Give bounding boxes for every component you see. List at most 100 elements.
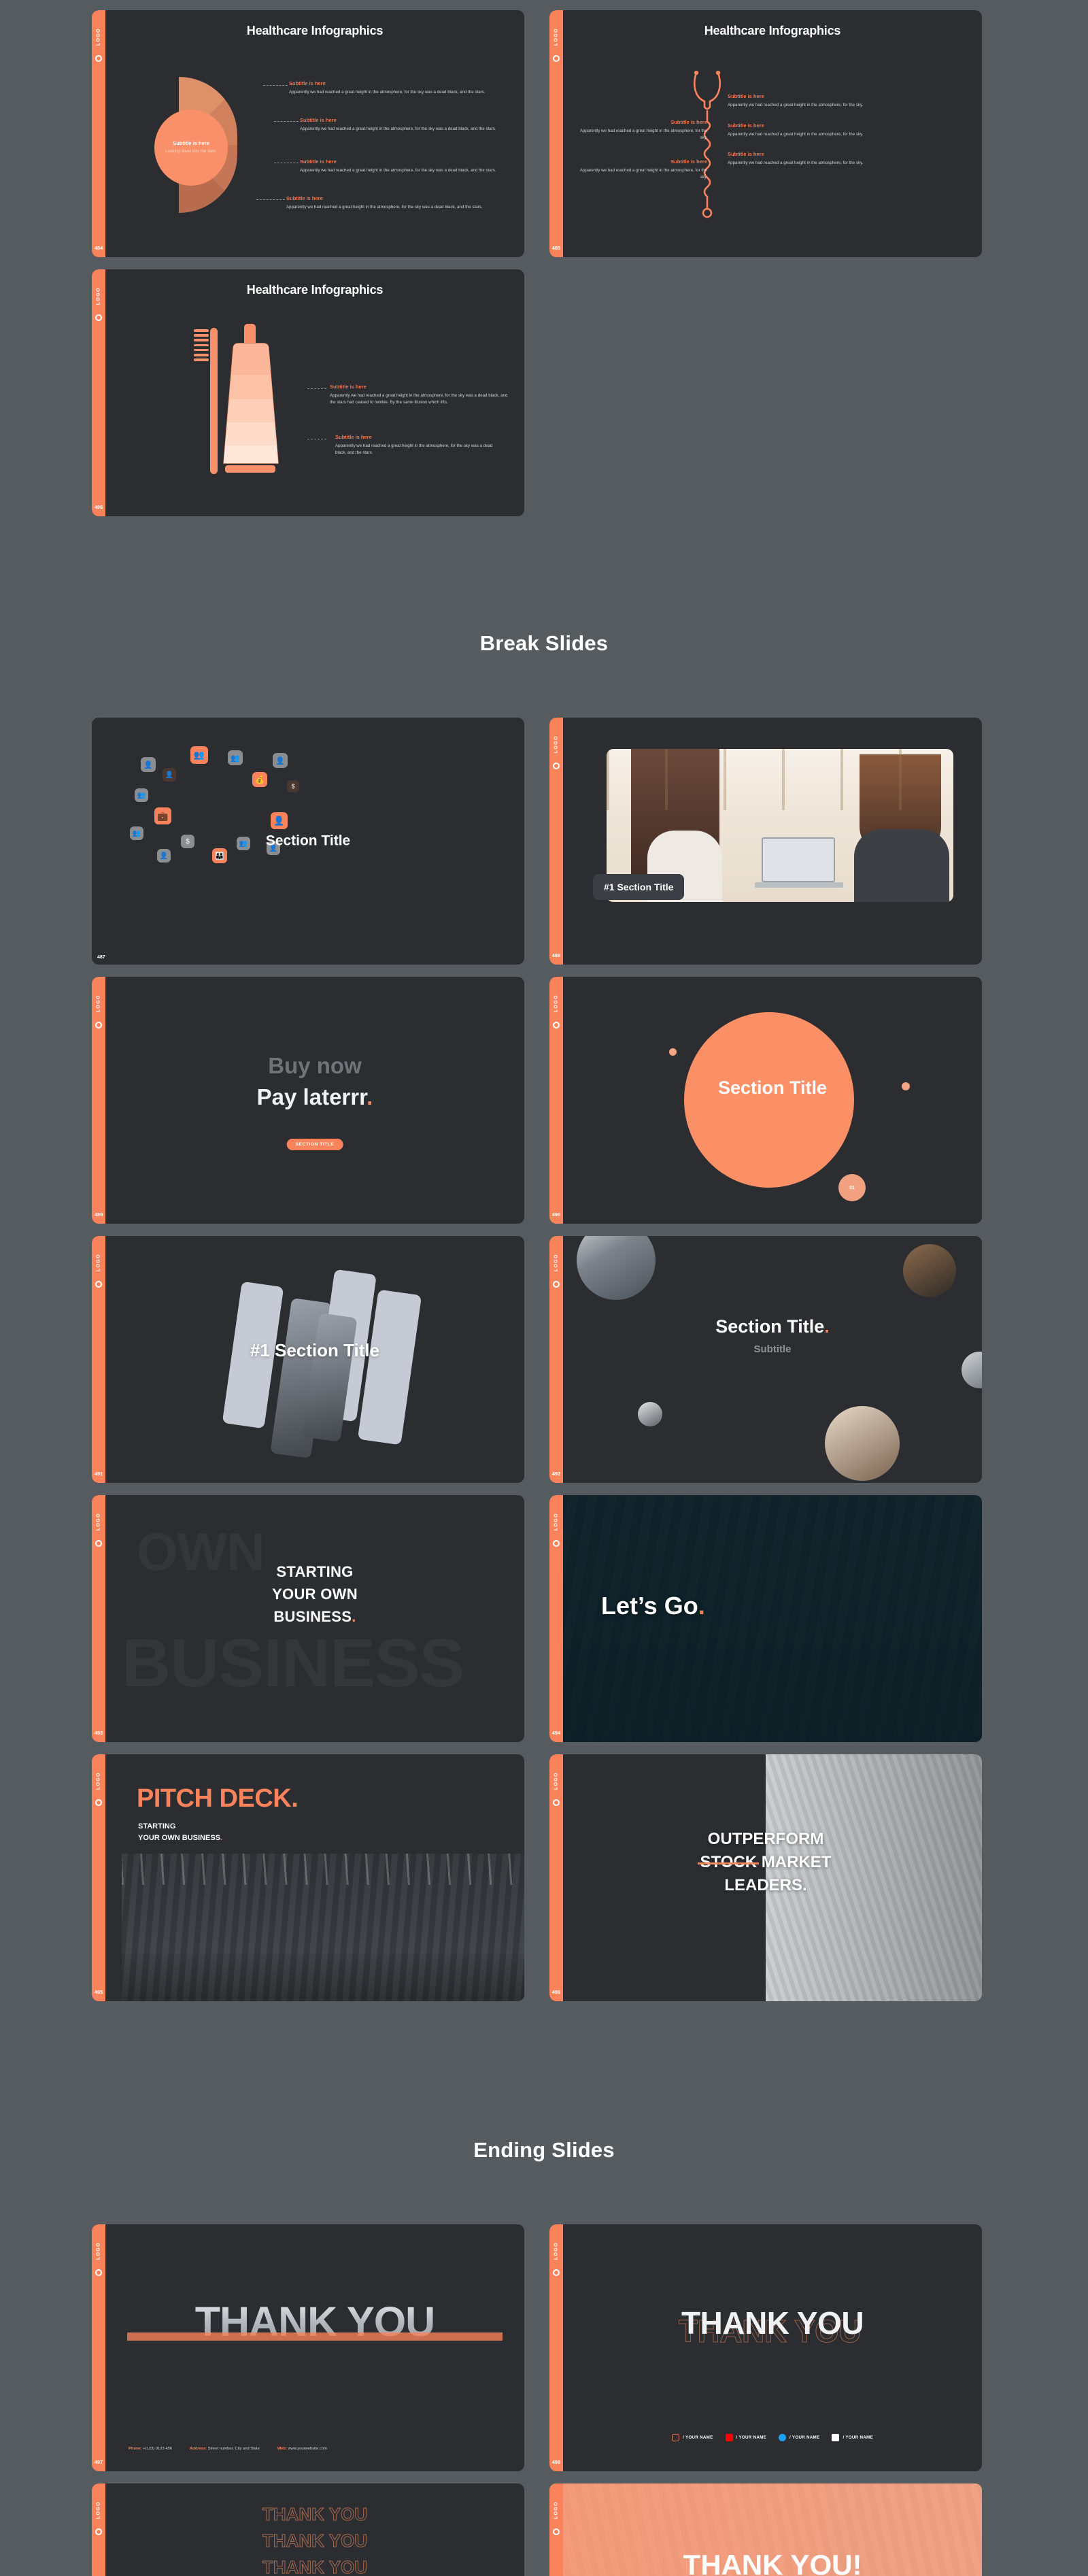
open-office-photo: [122, 1854, 524, 2001]
logo-label: LOGO: [96, 28, 101, 46]
slide-thank-you-stack[interactable]: LOGO 499 THANK YOU THANK YOU THANK YOU: [92, 2483, 524, 2576]
ring-icon: [95, 1281, 102, 1288]
logo-label: LOGO: [96, 2501, 101, 2520]
list-item: Subtitle is here Apparently we had reach…: [728, 151, 864, 167]
user-icon: 👤: [273, 753, 288, 768]
ring-icon: [95, 1540, 102, 1547]
ring-icon: [553, 2269, 560, 2276]
pie-center-label: Subtitle is here Looking down into the d…: [154, 110, 228, 186]
ring-icon: [553, 2528, 560, 2535]
slide-body: Let’s Go.: [563, 1495, 982, 1742]
pie-item: Subtitle is here Apparently we had reach…: [286, 195, 490, 211]
slide-photo-caption[interactable]: LOGO 488 #1 Section Title: [549, 718, 982, 965]
user-stats-icon: 👥: [135, 788, 148, 802]
section-title-button[interactable]: SECTION TITLE: [286, 1139, 343, 1150]
stethoscope-left-items: Subtitle is here Apparently we had reach…: [578, 119, 707, 188]
slide-rail: LOGO 494: [549, 1495, 563, 1742]
leader-line: [307, 388, 326, 389]
logo-label: LOGO: [96, 1513, 101, 1531]
slide-circles-title[interactable]: LOGO 492 Section Title. Subtitle: [549, 1236, 982, 1483]
slide-number: 489: [94, 1211, 103, 1218]
ring-icon: [553, 55, 560, 62]
slide-buy-now[interactable]: LOGO 489 Buy now Pay laterrr. SECTION TI…: [92, 977, 524, 1224]
logo-label: LOGO: [554, 2242, 559, 2260]
slide-lets-go[interactable]: LOGO 494 Let’s Go.: [549, 1495, 982, 1742]
slide-number: 484: [94, 245, 103, 251]
slide-outperform[interactable]: LOGO 496 OUTPERFORM STOCK MARKET LEADERS…: [549, 1754, 982, 2001]
slide-thank-you-orange[interactable]: LOGO 500 THANK YOU!: [549, 2483, 982, 2576]
social-youtube[interactable]: / YOUR NAME: [725, 2434, 766, 2441]
slide-number: 497: [94, 2459, 103, 2465]
page-title: Let’s Go.: [601, 1592, 705, 1620]
tube-cap: [244, 324, 256, 343]
accent-dot: .: [352, 1608, 356, 1625]
half-donut-chart: Subtitle is here Looking down into the d…: [152, 77, 267, 213]
slide-body: THANK YOU Phone: +(123) 0123 456 Address…: [105, 2224, 524, 2471]
logo-label: LOGO: [554, 735, 559, 754]
social-facebook[interactable]: / YOUR NAME: [832, 2434, 873, 2441]
headline-line1: Buy now: [268, 1053, 362, 1078]
user-stats-icon: 👥: [130, 826, 143, 840]
break-slides-grid: 👤 👥 👥 👤 👤 👥 💰 $ 💼 👥 👤 $ 👥 👤 👤 👪 Section Title 487 LOGO …: [0, 718, 1088, 2001]
slide-rail: LOGO 485: [549, 10, 563, 257]
slide-rail: LOGO 489: [92, 977, 105, 1224]
pie-center-title: Subtitle is here: [173, 140, 209, 147]
stethoscope-right-items: Subtitle is here Apparently we had reach…: [728, 93, 864, 175]
slide-thank-you-image[interactable]: LOGO 497 THANK YOU Phone: +(123) 0123 45…: [92, 2224, 524, 2471]
slide-number: 498: [551, 2459, 561, 2465]
slide-starting-business[interactable]: LOGO 493 OWN BUSINESS STARTING YOUR OWN …: [92, 1495, 524, 1742]
item-title: Subtitle is here: [728, 122, 764, 129]
logo-label: LOGO: [554, 994, 559, 1013]
slide-slabs-title[interactable]: LOGO 491 #1 Section Title: [92, 1236, 524, 1483]
pie-item: Subtitle is here Apparently we had reach…: [289, 80, 493, 96]
page-title: Healthcare Infographics: [704, 24, 841, 37]
photo-caption: #1 Section Title: [593, 874, 685, 900]
contact-address: Address: Street number, City and State: [190, 2447, 260, 2451]
item-body: Apparently we had reached a great height…: [728, 131, 864, 137]
slide-body: #1 Section Title: [105, 1236, 524, 1483]
title-line3: LEADERS: [724, 1876, 802, 1895]
slide-body: OWN BUSINESS STARTING YOUR OWN BUSINESS.: [105, 1495, 524, 1742]
hands-photo-circle: [962, 1352, 982, 1388]
ring-icon: [95, 1022, 102, 1028]
slide-rail: LOGO 500: [549, 2483, 563, 2576]
logo-label: LOGO: [96, 2242, 101, 2260]
page-subtitle: STARTING YOUR OWN BUSINESS.: [138, 1821, 222, 1843]
accent-dot: .: [698, 1592, 705, 1620]
slide-healthcare-stethoscope[interactable]: LOGO 485 Healthcare Infographics Subtitl…: [549, 10, 982, 257]
tube-base: [225, 465, 275, 473]
social-label: / YOUR NAME: [843, 2435, 873, 2440]
people-group-icon: 👪: [212, 848, 227, 863]
item-body: Apparently we had reached a great height…: [300, 127, 496, 131]
instagram-icon: [672, 2434, 680, 2441]
user-gear-icon: 👤: [157, 849, 171, 863]
title-line3: BUSINESS: [273, 1608, 352, 1625]
slide-rail: LOGO 496: [549, 1754, 563, 2001]
item-body: Apparently we had reached a great height…: [286, 205, 483, 210]
slide-icon-cloud[interactable]: 👤 👥 👥 👤 👤 👥 💰 $ 💼 👥 👤 $ 👥 👤 👤 👪 Section Title 487: [92, 718, 524, 965]
user-group-icon: 👥: [190, 746, 208, 764]
section-heading-ending: Ending Slides: [473, 2138, 615, 2162]
slide-body: Buy now Pay laterrr. SECTION TITLE: [105, 977, 524, 1224]
team-chart-icon: 👥: [228, 750, 243, 765]
social-instagram[interactable]: / YOUR NAME: [672, 2434, 713, 2441]
struck-word: STOCK: [700, 1853, 758, 1872]
social-label: / YOUR NAME: [736, 2435, 766, 2440]
facebook-icon: [832, 2434, 840, 2441]
slide-number: 485: [551, 245, 561, 251]
slide-pitch-deck[interactable]: LOGO 495 PITCH DECK. STARTING YOUR OWN B…: [92, 1754, 524, 2001]
slide-healthcare-toothpaste[interactable]: LOGO 486 Healthcare Infographics Subtitl…: [92, 269, 524, 516]
ring-icon: [553, 763, 560, 769]
slide-rail: LOGO 488: [549, 718, 563, 965]
slide-body: Section Title. Subtitle: [563, 1236, 982, 1483]
ring-icon: [553, 1540, 560, 1547]
slide-thank-you-social[interactable]: LOGO 498 THANK YOU THANK YOU / YOUR NAME…: [549, 2224, 982, 2471]
social-twitter[interactable]: / YOUR NAME: [779, 2434, 819, 2441]
page-title: STARTING YOUR OWN BUSINESS.: [105, 1560, 524, 1628]
slide-healthcare-pie[interactable]: LOGO 484 Healthcare Infographics Subtitl…: [92, 10, 524, 257]
user-stats-icon: 👥: [237, 837, 250, 850]
item-body: Apparently we had reached a great height…: [335, 444, 493, 455]
toothbrush-handle: [210, 328, 218, 474]
slide-blob-title[interactable]: LOGO 490 01 Section Title: [549, 977, 982, 1224]
item-body: Apparently we had reached a great height…: [728, 103, 864, 107]
